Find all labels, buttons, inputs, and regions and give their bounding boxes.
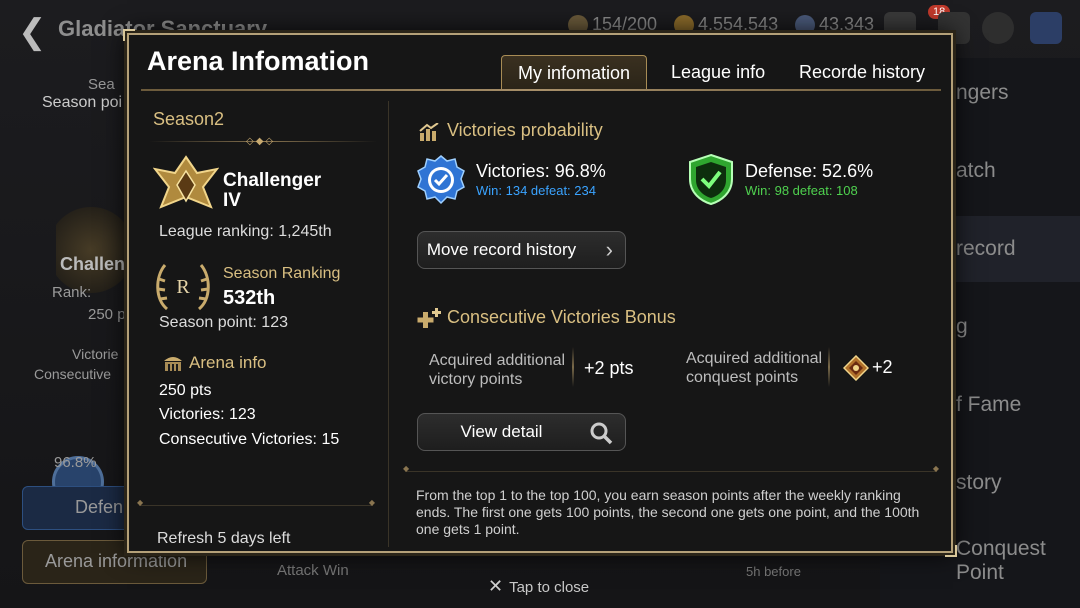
season-point: Season point: 123 [159,314,288,331]
right-divider [403,464,939,473]
left-divider [137,498,375,507]
acquired-conquest-points-value: +2 [872,357,893,377]
tier-level: IV [223,190,241,211]
bg-victories: Victorie [72,346,119,362]
season-ranking-value: 532th [223,287,276,309]
separator [828,347,830,387]
season-label: Season2 [153,109,225,129]
victory-shield-badge-icon [417,155,465,205]
close-icon: ✕ [488,576,504,596]
victories-record: Win: 134 defeat: 234 [476,183,596,198]
refresh-countdown: Refresh 5 days left [157,530,291,547]
arena-info-label: Arena info [189,353,267,372]
chevron-right-icon: › [605,237,613,262]
consecutive-bonus-title: Consecutive Victories Bonus [447,307,676,327]
acquired-conquest-points-label: Acquired additional conquest points [686,350,823,386]
separator [572,347,574,387]
bg-rank: Rank: [52,284,92,301]
conquest-point-icon [843,355,869,381]
tap-to-close-label: Tap to close [509,579,590,596]
tier-name-text: Challenger [223,170,322,191]
view-detail-label: View detail [460,422,543,441]
modal-title: Arena Infomation [147,46,370,76]
tier-name: Challenger IV [223,171,321,211]
bg-time-ago: 5h before [746,564,801,579]
tab-record-history[interactable]: Recorde history [783,55,941,91]
acquired-victory-points-label: Acquired additional victory points [429,352,566,388]
back-arrow-icon[interactable]: ❮ [18,12,47,52]
bg-season-point: Season poi [42,94,123,111]
move-record-history-button[interactable]: Move record history › [417,231,626,269]
defense-record: Win: 98 defeat: 108 [745,183,858,198]
defense-rate: Defense: 52.6% [745,161,874,181]
tab-my-information[interactable]: My infomation [501,55,648,91]
victories-rate: Victories: 96.8% [476,161,606,181]
ornament-diamond: ◇◆◇ [246,136,276,147]
bg-percent: 96.8% [54,454,97,471]
acquired-victory-points-value: +2 pts [584,358,634,378]
season-points-footnote: From the top 1 to the top 100, you earn … [416,487,920,537]
defense-shield-icon [689,153,733,205]
tap-to-close[interactable]: ✕ Tap to close [488,576,589,597]
arena-victories: Victories: 123 [159,406,256,423]
chat-icon[interactable] [982,12,1014,44]
season-emblem-letter: R [176,276,190,298]
bg-season-label: Sea [88,76,115,93]
season-ranking-label: Season Ranking [223,265,341,282]
arena-points: 250 pts [159,382,212,399]
league-ranking: League ranking: 1,245th [159,223,332,240]
bonus-plus-icon [417,308,441,328]
player-summary-panel: Season2 ◇◆◇ Challenger IV League ranking… [137,101,389,547]
challenger-emblem-icon [153,155,219,209]
move-record-history-label: Move record history [426,240,577,259]
victories-probability-title: Victories probability [447,120,603,140]
menu-grid-icon[interactable] [1030,12,1062,44]
arena-info-modal: Arena Infomation My infomation League in… [123,29,957,557]
magnifier-icon [590,422,613,445]
tab-league-info[interactable]: League info [655,55,781,91]
arena-consecutive-victories: Consecutive Victories: 15 [159,431,340,448]
title-divider [141,89,941,91]
view-detail-button[interactable]: View detail [417,413,626,451]
chart-up-icon [419,123,439,141]
arena-building-icon [164,357,182,371]
bg-pts: 250 p [88,306,126,323]
season-ranking-laurel-icon: R [156,264,210,311]
bg-tier-name: Challen [60,254,126,274]
bg-consecutive: Consecutive [34,366,112,382]
bg-attack-win: Attack Win [277,562,349,579]
